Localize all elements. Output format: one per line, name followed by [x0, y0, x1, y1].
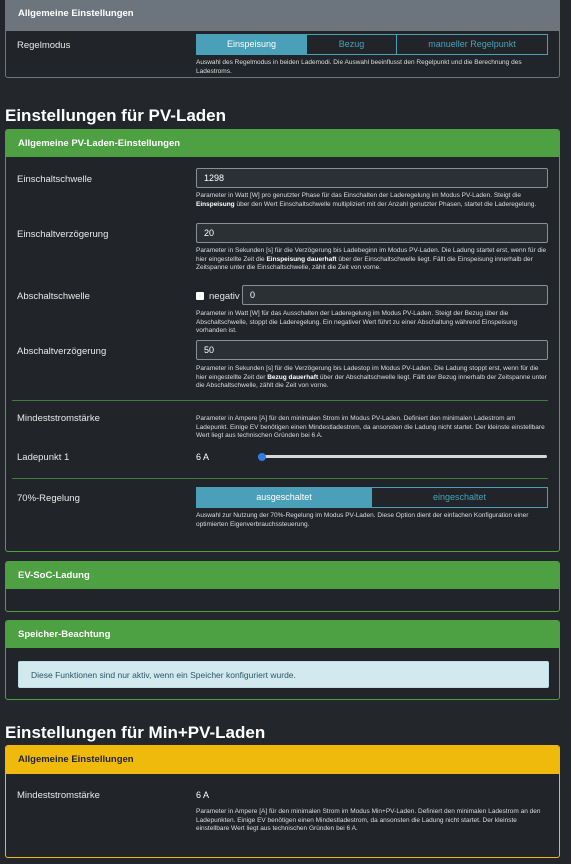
- negativ-checkbox-label: negativ: [209, 291, 240, 302]
- abschaltschwelle-help: Parameter in Watt [W] für das Ausschalte…: [196, 310, 518, 335]
- ladepunkt-slider[interactable]: [258, 452, 547, 461]
- help-bold: Bezug dauerhaft: [267, 373, 319, 381]
- abschaltverzoegerung-label: Abschaltverzögerung: [17, 346, 107, 357]
- einschaltschwelle-help: Parameter in Watt [W] pro genutzter Phas…: [196, 192, 548, 209]
- einschaltverzoegerung-label: Einschaltverzögerung: [17, 229, 109, 240]
- regelmodus-button-group: Einspeisung Bezug manueller Regelpunkt: [196, 34, 548, 55]
- minpv-settings-header: Allgemeine Einstellungen: [6, 746, 559, 774]
- mode-manueller-regelpunkt-button[interactable]: manueller Regelpunkt: [397, 34, 548, 55]
- mode-einspeisung-button[interactable]: Einspeisung: [196, 34, 307, 55]
- pv-section-title: Einstellungen für PV-Laden: [5, 106, 227, 125]
- regelung70-button-group: ausgeschaltet eingeschaltet: [196, 487, 548, 508]
- negativ-checkbox[interactable]: [196, 292, 204, 300]
- divider: [12, 478, 548, 479]
- evsoc-header[interactable]: EV-SoC-Ladung: [6, 562, 559, 589]
- pv-settings-header: Allgemeine PV-Laden-Einstellungen: [6, 130, 559, 157]
- help-bold: Einspeisung: [196, 200, 235, 208]
- mode-bezug-button[interactable]: Bezug: [307, 34, 397, 55]
- mindeststrom-label: Mindeststromstärke: [17, 413, 100, 424]
- minpv-mindeststrom-value: 6 A: [196, 790, 210, 800]
- divider: [12, 400, 548, 401]
- speicher-alert: Diese Funktionen sind nur aktiv, wenn ei…: [18, 661, 549, 688]
- ladepunkt-value: 6 A: [196, 452, 210, 462]
- minpv-mindeststrom-label: Mindeststromstärke: [17, 790, 100, 801]
- einschaltschwelle-label: Einschaltschwelle: [17, 174, 92, 185]
- mindeststrom-help: Parameter in Ampere [A] für den minimale…: [196, 415, 545, 440]
- speicher-card: Speicher-Beachtung Diese Funktionen sind…: [5, 620, 560, 700]
- abschaltverzoegerung-input[interactable]: 50: [196, 340, 548, 360]
- abschaltschwelle-input[interactable]: 0: [242, 285, 548, 305]
- minpv-section-title: Einstellungen für Min+PV-Laden: [5, 723, 266, 742]
- ladepunkt-label: Ladepunkt 1: [17, 452, 70, 463]
- abschaltverzoegerung-help: Parameter in Sekunden [s] für die Verzög…: [196, 365, 548, 391]
- evsoc-card: EV-SoC-Ladung: [5, 561, 560, 612]
- einschaltverzoegerung-input[interactable]: 20: [196, 223, 548, 243]
- regelung70-off-button[interactable]: ausgeschaltet: [196, 487, 372, 508]
- regelmodus-label: Regelmodus: [17, 40, 71, 51]
- help-bold: Einspeisung dauerhaft: [266, 255, 337, 263]
- abschaltschwelle-label: Abschaltschwelle: [17, 291, 90, 302]
- minpv-mindeststrom-help: Parameter in Ampere [A] für den minimale…: [196, 808, 541, 833]
- regelung70-help: Auswahl zur Nutzung der 70%-Regelung im …: [196, 512, 529, 528]
- help-text: Parameter in Watt [W] pro genutzter Phas…: [196, 192, 521, 199]
- regelmodus-help: Auswahl des Regelmodus in beiden Lademod…: [196, 59, 522, 75]
- speicher-header[interactable]: Speicher-Beachtung: [6, 621, 559, 648]
- slider-thumb[interactable]: [258, 452, 266, 461]
- general-settings-header: Allgemeine Einstellungen: [6, 0, 559, 31]
- help-text: über den Wert Einschaltschwelle multipli…: [234, 200, 537, 208]
- einschaltschwelle-input[interactable]: 1298: [196, 168, 548, 188]
- minpv-settings-card: Allgemeine Einstellungen: [5, 745, 560, 858]
- einschaltverzoegerung-help: Parameter in Sekunden [s] für die Verzög…: [196, 247, 548, 273]
- regelung70-label: 70%-Regelung: [17, 493, 80, 504]
- regelung70-on-button[interactable]: eingeschaltet: [372, 487, 548, 508]
